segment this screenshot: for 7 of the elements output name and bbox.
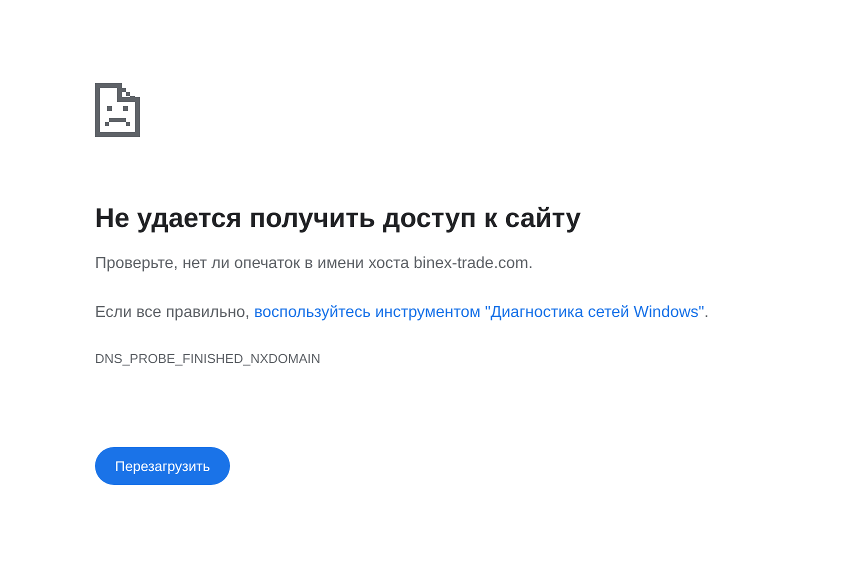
sad-page-icon (95, 83, 140, 137)
reload-button[interactable]: Перезагрузить (95, 447, 230, 485)
suggestion-text: Если все правильно, воспользуйтесь инструментом "Диагностика сетей Windows". (95, 303, 710, 323)
hint-text: Проверьте, нет ли опечаток в имени хоста binex-trade.com. (95, 254, 534, 274)
error-code: DNS_PROBE_FINISHED_NXDOMAIN (95, 351, 322, 367)
error-heading: Не удается получить доступ к сайту (95, 202, 582, 235)
diagnostics-link[interactable]: воспользуйтесь инструментом "Диагностика сетей Windows" (254, 304, 704, 321)
